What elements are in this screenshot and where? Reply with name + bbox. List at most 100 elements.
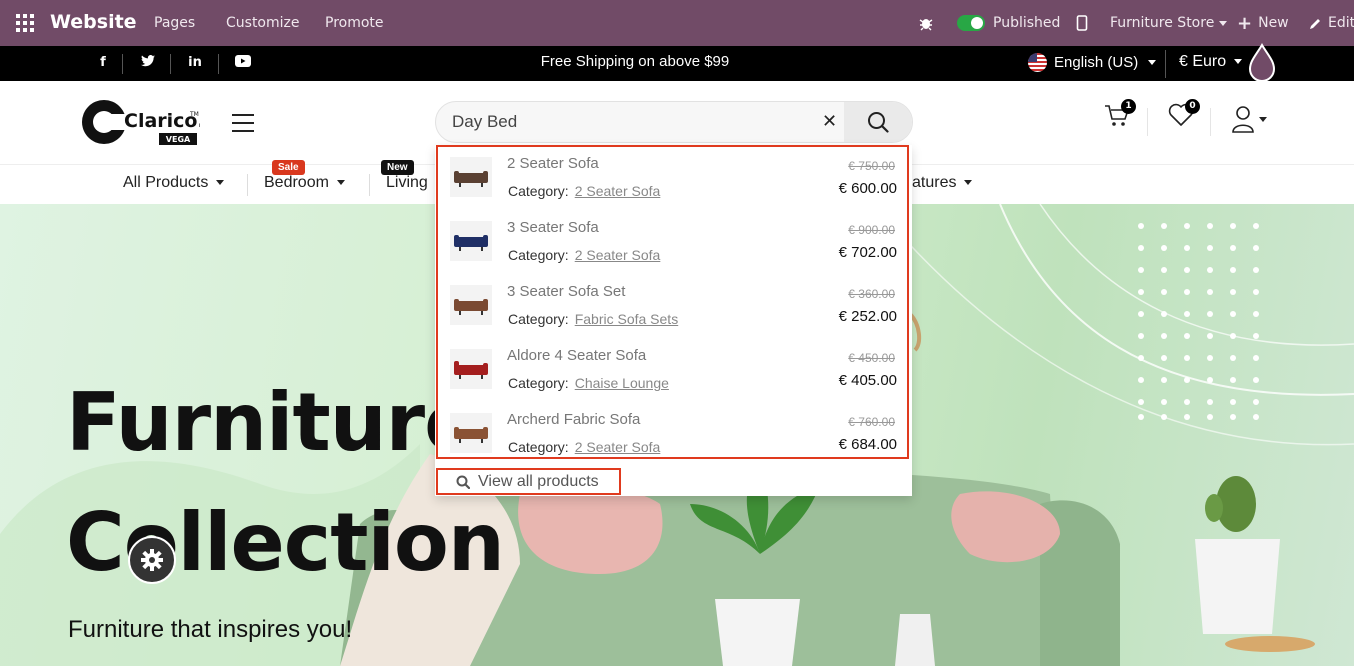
nav-label: Living (386, 174, 428, 191)
search-result-item[interactable]: 3 Seater Sofa Category: 2 Seater Sofa € 9… (438, 211, 907, 275)
category-label: Category: (508, 183, 569, 199)
old-price: € 900.00 (848, 223, 895, 237)
product-thumbnail (450, 221, 492, 261)
product-name: 3 Seater Sofa (507, 219, 599, 236)
category-label: Category: (508, 311, 569, 327)
menu-promote[interactable]: Promote (325, 15, 384, 31)
divider (369, 174, 370, 196)
category-label: Category: (508, 247, 569, 263)
search-results-dropdown: 2 Seater Sofa Category: 2 Seater Sofa € 7… (435, 145, 912, 496)
edit-label: Edit (1328, 15, 1354, 31)
search-result-item[interactable]: 3 Seater Sofa Set Category: Fabric Sofa S… (438, 275, 907, 339)
category-link[interactable]: 2 Seater Sofa (575, 183, 661, 199)
us-flag-icon (1028, 53, 1047, 72)
chevron-down-icon (336, 180, 345, 186)
product-thumbnail (450, 413, 492, 453)
language-selector[interactable]: English (US) (1028, 53, 1157, 72)
website-brand[interactable]: Website (50, 11, 137, 33)
search-icon (456, 475, 470, 489)
old-price: € 360.00 (848, 287, 895, 301)
price: € 702.00 (838, 244, 897, 261)
product-thumbnail (450, 157, 492, 197)
logo-sub: VEGA (166, 135, 191, 144)
published-label: Published (993, 15, 1061, 31)
product-category: Category: 2 Seater Sofa (508, 183, 660, 199)
store-selector[interactable]: Furniture Store (1110, 0, 1228, 46)
account-menu[interactable] (1232, 105, 1267, 137)
nav-features[interactable]: atures (912, 174, 973, 192)
menu-pages[interactable]: Pages (154, 15, 195, 31)
promo-bar: f in Free Shipping on above $99 English … (0, 46, 1354, 81)
price: € 600.00 (838, 180, 897, 197)
search-result-item[interactable]: 2 Seater Sofa Category: 2 Seater Sofa € 7… (438, 147, 907, 211)
category-link[interactable]: 2 Seater Sofa (575, 439, 661, 455)
divider (1165, 50, 1166, 78)
sale-tag: Sale (272, 160, 305, 175)
product-thumbnail (450, 285, 492, 325)
nav-all-products[interactable]: All Products (123, 174, 225, 192)
chevron-down-icon (1219, 20, 1228, 26)
new-tag: New (381, 160, 414, 175)
nav-bedroom[interactable]: Sale Bedroom (264, 160, 345, 192)
admin-bar: Website Pages Customize Promote Publishe… (0, 0, 1354, 46)
price: € 405.00 (838, 372, 897, 389)
price: € 684.00 (838, 436, 897, 453)
edit-button[interactable]: Edit (1309, 0, 1354, 46)
product-thumbnail (450, 349, 492, 389)
category-link[interactable]: 2 Seater Sofa (575, 247, 661, 263)
gear-icon[interactable] (128, 536, 176, 584)
nav-label: All Products (123, 174, 209, 191)
new-button[interactable]: + New (1237, 0, 1289, 46)
cart-button[interactable]: 1 (1104, 99, 1136, 133)
search-bar: ✕ (435, 101, 913, 143)
apps-grid-icon[interactable] (16, 14, 34, 32)
search-result-item[interactable]: Aldore 4 Seater Sofa Category: Chaise Lou… (438, 339, 907, 403)
svg-text:TM: TM (189, 111, 199, 118)
search-result-item[interactable]: Archerd Fabric Sofa Category: 2 Seater So… (438, 403, 907, 467)
cart-count-badge: 1 (1121, 99, 1136, 114)
divider (1147, 108, 1148, 136)
search-input[interactable] (436, 102, 816, 142)
published-toggle[interactable]: Published (957, 0, 1060, 46)
hamburger-menu-icon[interactable] (232, 114, 254, 138)
search-button[interactable] (844, 102, 912, 142)
chevron-down-icon (964, 180, 973, 186)
product-name: Aldore 4 Seater Sofa (507, 347, 647, 364)
currency-label: € Euro (1179, 53, 1227, 70)
clear-search-icon[interactable]: ✕ (822, 111, 837, 132)
category-link[interactable]: Fabric Sofa Sets (575, 311, 679, 327)
category-label: Category: (508, 375, 569, 391)
user-icon (1232, 106, 1254, 133)
chevron-down-icon (216, 180, 225, 186)
toggle-switch[interactable] (957, 15, 985, 31)
wishlist-count-badge: 0 (1185, 99, 1200, 114)
product-category: Category: 2 Seater Sofa (508, 439, 660, 455)
product-name: Archerd Fabric Sofa (507, 411, 641, 428)
hero-title-line-2: Collection (66, 496, 505, 589)
chevron-down-icon (1148, 60, 1157, 65)
divider (1210, 108, 1211, 136)
new-label: New (1258, 15, 1289, 31)
product-name: 3 Seater Sofa Set (507, 283, 626, 300)
clarico-logo[interactable]: Clarico. TM VEGA (80, 96, 200, 150)
view-all-products-button[interactable]: View all products (436, 468, 621, 495)
nav-label: Bedroom (264, 174, 329, 191)
bug-icon[interactable] (918, 0, 934, 46)
product-category: Category: Fabric Sofa Sets (508, 311, 678, 327)
wishlist-button[interactable]: 0 (1168, 99, 1200, 131)
language-label: English (US) (1054, 54, 1139, 71)
nav-living[interactable]: New Living (381, 160, 428, 192)
drop-handle-icon[interactable] (1248, 43, 1276, 83)
price: € 252.00 (838, 308, 897, 325)
old-price: € 450.00 (848, 351, 895, 365)
divider (247, 174, 248, 196)
logo-text: Clarico. (124, 110, 200, 132)
view-all-label: View all products (478, 472, 599, 490)
mobile-preview-icon[interactable] (1076, 0, 1088, 46)
currency-selector[interactable]: € Euro (1179, 53, 1243, 71)
category-link[interactable]: Chaise Lounge (575, 375, 669, 391)
search-icon (868, 112, 889, 133)
nav-label: atures (912, 174, 957, 191)
chevron-down-icon (1259, 117, 1267, 122)
menu-customize[interactable]: Customize (226, 15, 300, 31)
